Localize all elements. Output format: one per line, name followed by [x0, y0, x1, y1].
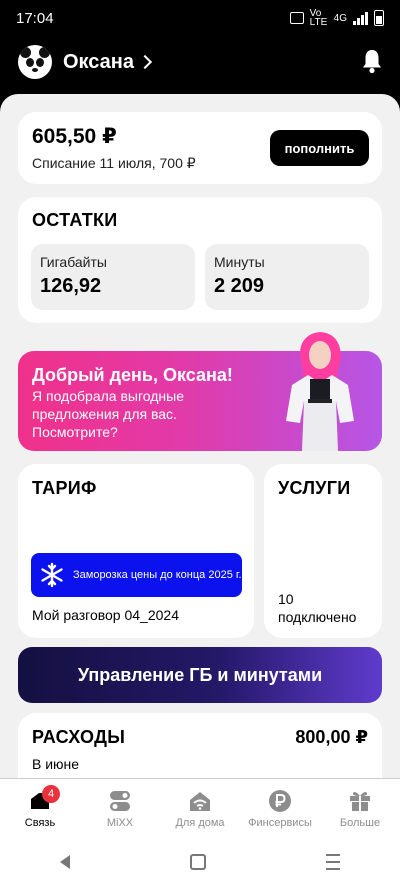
- profile-name[interactable]: Оксана: [63, 51, 134, 74]
- snowflake-icon: [41, 562, 63, 588]
- main-content: 605,50 ₽ Списание 11 июля, 700 ₽ пополни…: [0, 94, 400, 778]
- expenses-amount: 800,00 ₽: [295, 727, 368, 747]
- assistant-illustration: [286, 332, 354, 451]
- status-time: 17:04: [16, 9, 54, 27]
- toggle-icon: [110, 791, 130, 811]
- nav-item-finservices[interactable]: Финсервисы: [240, 779, 320, 835]
- nav-label: MiXX: [106, 817, 134, 829]
- services-count-label: подключено: [278, 609, 357, 625]
- bottom-nav: 4 Связь MiXX Для дома Финсервисы Больше: [0, 778, 400, 835]
- nav-item-home[interactable]: Для дома: [160, 779, 240, 835]
- promo-banner[interactable]: Добрый день, Оксана! Я подобрала выгодны…: [18, 332, 382, 451]
- nav-item-svyaz[interactable]: 4 Связь: [0, 779, 80, 835]
- battery-icon: [374, 10, 384, 26]
- manage-gb-minutes-button[interactable]: Управление ГБ и минутами: [18, 647, 382, 703]
- price-freeze-text: Заморозка цены до конца 2025 г.: [73, 569, 242, 581]
- home-icon[interactable]: [190, 853, 206, 870]
- promo-text: Я подобрала выгодные предложения для вас…: [32, 388, 184, 440]
- chevron-right-icon[interactable]: [137, 54, 153, 70]
- gigabytes-label: Гигабайты: [40, 254, 107, 270]
- minutes-tile[interactable]: Минуты 2 209: [205, 244, 369, 310]
- system-nav-bar: [0, 834, 400, 889]
- nav-label: Больше: [339, 817, 381, 829]
- nav-label: Для дома: [175, 817, 225, 829]
- volte-icon: Vo LTE: [309, 8, 328, 28]
- gift-icon: [350, 792, 370, 811]
- vibrate-icon: [289, 12, 304, 24]
- minutes-label: Минуты: [214, 254, 265, 270]
- price-freeze-badge: Заморозка цены до конца 2025 г.: [31, 553, 242, 597]
- network-type-label: 4G: [333, 12, 347, 24]
- signal-icon: [353, 11, 368, 25]
- gigabytes-value: 126,92: [40, 275, 102, 297]
- remainders-card[interactable]: ОСТАТКИ Гигабайты 126,92 Минуты 2 209: [18, 197, 382, 323]
- nav-label: Связь: [24, 817, 56, 829]
- nav-label: Финсервисы: [248, 817, 312, 829]
- bell-icon[interactable]: [362, 48, 382, 74]
- balance-card[interactable]: 605,50 ₽ Списание 11 июля, 700 ₽ пополни…: [18, 112, 382, 184]
- expenses-card[interactable]: РАСХОДЫ 800,00 ₽ В июне: [18, 713, 382, 778]
- top-bar: Оксана: [0, 40, 400, 84]
- tariff-title: ТАРИФ: [32, 478, 97, 498]
- home-wifi-icon: [190, 792, 210, 811]
- tariff-name: Мой разговор 04_2024: [32, 607, 179, 623]
- avatar[interactable]: [18, 45, 52, 79]
- ruble-icon: [269, 790, 291, 812]
- notification-badge: 4: [42, 785, 60, 803]
- nav-item-more[interactable]: Больше: [320, 779, 400, 835]
- expenses-period: В июне: [32, 756, 80, 772]
- minutes-value: 2 209: [214, 275, 265, 297]
- recents-icon[interactable]: [326, 853, 340, 870]
- promo-title: Добрый день, Оксана!: [32, 365, 233, 385]
- status-bar: 17:04 Vo LTE 4G: [0, 0, 400, 36]
- topup-button[interactable]: пополнить: [270, 130, 369, 166]
- status-icons: Vo LTE 4G: [289, 8, 384, 28]
- gigabytes-tile[interactable]: Гигабайты 126,92: [31, 244, 195, 310]
- services-count-block: 10 подключено: [278, 590, 356, 626]
- services-card[interactable]: УСЛУГИ 10 подключено: [264, 464, 382, 638]
- tariff-card[interactable]: ТАРИФ Заморозка цены до конца 2025 г. Мо…: [18, 464, 254, 638]
- services-count: 10: [278, 591, 294, 607]
- nav-item-mixx[interactable]: MiXX: [80, 779, 160, 835]
- services-title: УСЛУГИ: [278, 478, 351, 498]
- back-icon[interactable]: [60, 854, 70, 869]
- remainders-title: ОСТАТКИ: [32, 210, 118, 230]
